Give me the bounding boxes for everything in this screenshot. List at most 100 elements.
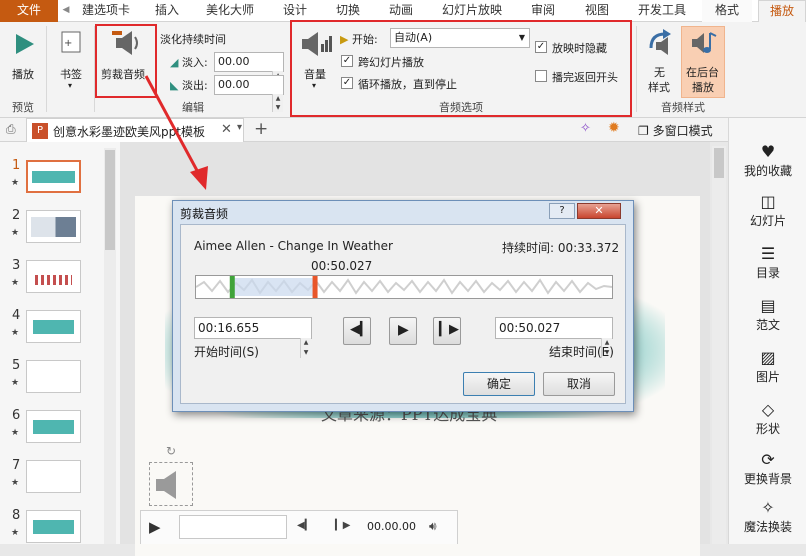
start-time-input[interactable]: 00:16.655 ▲ ▼ (194, 317, 312, 358)
play-label: 播放 (12, 68, 34, 81)
slide-thumbnail[interactable] (26, 410, 81, 443)
tab-slideshow[interactable]: 幻灯片放映 (437, 0, 507, 22)
fade-out-input[interactable]: 00.00 ▲ ▼ (214, 75, 284, 112)
waveform-track[interactable] (195, 275, 613, 299)
slides-button[interactable]: ◫ 幻灯片 (729, 192, 806, 229)
toc-button[interactable]: ☰ 目录 (729, 244, 806, 281)
thumbnail-scrollbar[interactable] (104, 148, 116, 544)
play-preview-button[interactable]: ▶ (389, 317, 417, 345)
tab-insert[interactable]: 插入 (148, 0, 186, 22)
ok-button[interactable]: 确定 (463, 372, 535, 396)
help-button[interactable]: ? (549, 203, 575, 219)
slide-thumbnail[interactable] (26, 160, 81, 193)
group-preview-label: 预览 (12, 101, 34, 114)
change-background-label: 更换背景 (743, 472, 792, 486)
highlight-audio-options (290, 20, 632, 117)
player-skip-back-icon[interactable]: ◀▎ (297, 520, 312, 531)
start-time-label: 开始时间(S) (194, 345, 259, 359)
fade-in-input[interactable]: 00.00▲▼ (214, 52, 284, 89)
tab-design[interactable]: 设计 (276, 0, 314, 22)
bookmark-dropdown-icon: ▾ (68, 81, 73, 90)
track-name: Aimee Allen - Change In Weather (194, 239, 393, 253)
canvas-scrollbar[interactable] (712, 146, 726, 544)
play-button[interactable]: 播放 (6, 28, 42, 88)
document-icon: ⎙ (6, 122, 16, 136)
change-background-button[interactable]: ⟳ 更换背景 (729, 450, 806, 487)
heart-folder-icon: ♥ (760, 142, 776, 161)
tab-file[interactable]: 文件 (0, 0, 58, 22)
slide-thumbnail[interactable] (26, 460, 81, 493)
start-time-spin-icon[interactable]: ▲ ▼ (300, 338, 311, 358)
star-icon: ★ (11, 328, 20, 338)
no-style-label-2: 样式 (648, 81, 670, 94)
background-play-label-1: 在后台 (686, 66, 719, 79)
slide-thumbnail[interactable] (26, 210, 81, 243)
slide-number: 6 (12, 408, 21, 423)
magic-change-button[interactable]: ✧ 魔法换装 (729, 498, 806, 535)
slide-number: 1 (12, 158, 21, 173)
play-in-background-button[interactable]: 在后台 播放 (681, 26, 725, 98)
tab-menu-icon[interactable]: ▾ (237, 122, 242, 133)
slide-thumbnail[interactable] (26, 260, 81, 293)
play-icon (16, 34, 34, 54)
close-dialog-button[interactable]: ✕ (577, 203, 621, 219)
favorites-button[interactable]: ♥ 我的收藏 (729, 142, 806, 179)
star-icon: ★ (11, 178, 20, 188)
new-tab-icon[interactable]: + (254, 119, 268, 139)
refresh-icon: ⟳ (761, 450, 775, 469)
tab-animations[interactable]: 动画 (382, 0, 420, 22)
previous-frame-button[interactable]: ◀▎ (343, 317, 371, 345)
fade-duration-title: 淡化持续时间 (160, 33, 226, 46)
end-time-label: 结束时间(E) (549, 345, 614, 359)
no-style-button[interactable]: 无 样式 (641, 26, 679, 98)
tab-beautify[interactable]: 美化大师 (198, 0, 262, 22)
audio-icon-selection[interactable] (149, 462, 193, 506)
player-skip-forward-icon[interactable]: ▎▶ (335, 520, 350, 531)
fade-out-spin-icon[interactable]: ▲ ▼ (272, 94, 283, 112)
player-play-button[interactable]: ▶ (149, 518, 161, 536)
background-play-icon (692, 32, 717, 53)
end-time-input[interactable]: 00:50.027 ▲ ▼ (495, 317, 613, 358)
start-handle[interactable] (229, 276, 235, 298)
rotate-handle-icon[interactable]: ↻ (166, 444, 176, 458)
waveform (195, 276, 613, 298)
ribbon-tab-bar: 文件 ◀ 建选项卡 插入 美化大师 设计 切换 动画 幻灯片放映 审阅 视图 开… (0, 0, 806, 23)
star-icon: ★ (11, 478, 20, 488)
images-label: 图片 (755, 370, 780, 384)
shapes-button[interactable]: ◇ 形状 (729, 400, 806, 437)
tab-developer[interactable]: 开发工具 (632, 0, 692, 22)
magic-wand-icon[interactable]: ✧ (580, 121, 591, 136)
svg-text:+: + (64, 38, 72, 49)
star-icon: ★ (11, 378, 20, 388)
slide-number: 7 (12, 458, 21, 473)
multi-window-button[interactable]: ❐ 多窗口模式 (638, 122, 713, 139)
fade-in-label: 淡入: (181, 56, 208, 69)
settings-gear-icon[interactable]: ✹ (608, 120, 620, 136)
tab-transitions[interactable]: 切换 (329, 0, 367, 22)
cancel-button[interactable]: 取消 (543, 372, 615, 396)
player-volume-icon[interactable]: 🔊︎ (429, 519, 437, 534)
slide-number: 8 (12, 508, 21, 523)
images-button[interactable]: ▨ 图片 (729, 348, 806, 385)
samples-button[interactable]: ▤ 范文 (729, 296, 806, 333)
slide-number: 5 (12, 358, 21, 373)
shapes-icon: ◇ (761, 400, 775, 419)
tab-scroll-left-icon[interactable]: ◀ (60, 0, 72, 22)
tab-custom[interactable]: 建选项卡 (74, 0, 138, 22)
slide-thumbnail[interactable] (26, 310, 81, 343)
slide-thumbnail[interactable] (26, 510, 81, 543)
ppt-file-icon: P (32, 123, 48, 139)
player-progress-bar[interactable] (179, 515, 287, 539)
tab-review[interactable]: 审阅 (524, 0, 562, 22)
end-handle[interactable] (312, 276, 318, 298)
tab-playback[interactable]: 播放 (758, 0, 806, 23)
duration-text: 持续时间: 00:33.372 (502, 241, 620, 255)
tab-format[interactable]: 格式 (702, 0, 752, 22)
next-frame-button[interactable]: ▎▶ (433, 317, 461, 345)
tab-view[interactable]: 视图 (578, 0, 616, 22)
star-icon: ★ (11, 528, 20, 538)
bookmark-button[interactable]: + 书签 ▾ (52, 28, 92, 94)
star-icon: ★ (11, 428, 20, 438)
slide-thumbnail[interactable] (26, 360, 81, 393)
close-tab-icon[interactable]: ✕ (221, 122, 232, 137)
